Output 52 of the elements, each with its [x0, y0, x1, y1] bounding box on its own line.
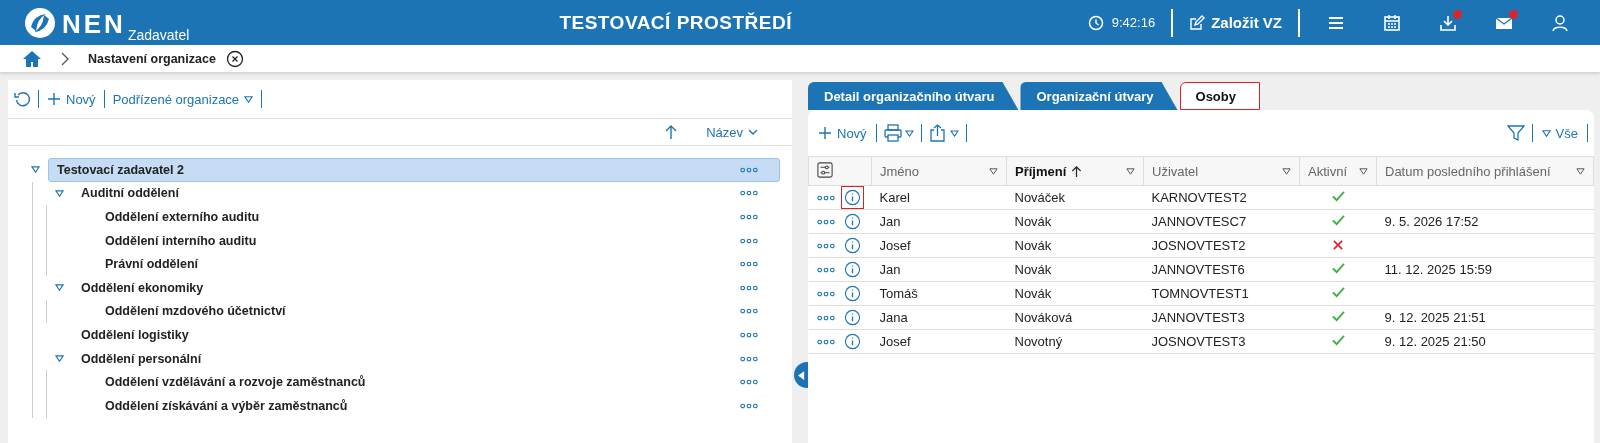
table-cell: JOSNOVTEST3 — [1151, 334, 1246, 349]
tree-item[interactable]: Oddělení ekonomiky — [72, 275, 780, 300]
tree-item[interactable]: Testovací zadavatel 2 — [48, 157, 780, 182]
tree-item[interactable]: Oddělení externího auditu — [96, 205, 780, 229]
table-cell: TOMNOVTEST1 — [1151, 286, 1249, 301]
table-cell: JANNOVTEST3 — [1151, 310, 1245, 325]
table-cell: 9. 5. 2026 17:52 — [1384, 214, 1479, 229]
tab[interactable]: Detail organizačního útvaru — [808, 82, 1019, 110]
table-cell: KARNOVTEST2 — [1151, 190, 1247, 205]
tree-item[interactable]: Oddělení interního auditu — [96, 228, 780, 253]
tab[interactable]: Osoby — [1179, 82, 1260, 110]
table-cell: Josef — [879, 334, 911, 349]
table-cell: Novák — [1014, 286, 1052, 301]
table-cell: Karel — [879, 190, 910, 205]
table-cell: Jan — [879, 262, 901, 277]
create-button[interactable]: Založit VZ — [1185, 14, 1286, 31]
table-cell: Novák — [1014, 262, 1052, 277]
tree-item[interactable]: Oddělení vzdělávání a rozvoje zaměstnanců — [96, 370, 780, 395]
table-cell: 9. 12. 2025 21:50 — [1384, 334, 1486, 349]
column-header[interactable]: Jméno — [880, 163, 920, 179]
environment-title: TESTOVACÍ PROSTŘEDÍ — [559, 11, 792, 34]
table-cell: Novák — [1014, 214, 1052, 229]
tree-item[interactable]: Oddělení logistiky — [72, 322, 780, 347]
table-cell: 11. 12. 2025 15:59 — [1384, 262, 1492, 277]
table-cell: Nováková — [1014, 310, 1073, 325]
table-cell: Jan — [879, 214, 901, 229]
filter-dropdown[interactable]: Vše — [1539, 125, 1580, 141]
clock-time: 9:42:16 — [1111, 15, 1156, 30]
table-cell: Josef — [879, 238, 911, 253]
breadcrumb-item[interactable]: Nastavení organizace — [88, 51, 216, 66]
tab[interactable]: Organizační útvary — [1020, 82, 1178, 110]
tree-item[interactable]: Oddělení získávání a výběr zaměstnanců — [96, 393, 780, 418]
tree-item[interactable]: Oddělení personální — [72, 346, 780, 371]
table-cell: JOSNOVTEST2 — [1151, 238, 1246, 253]
table-cell: Novák — [1014, 238, 1052, 253]
table-cell: JANNOVTESC7 — [1151, 214, 1247, 229]
subordinate-dropdown[interactable]: Podřízené organizace — [110, 91, 256, 107]
sort-dropdown[interactable]: Název — [700, 123, 764, 141]
table-cell: JANNOVTEST6 — [1151, 262, 1245, 277]
tree-item[interactable]: Oddělení mzdového účetnictví — [96, 299, 780, 324]
table-cell: Nováček — [1014, 190, 1066, 205]
logo-subtitle: Zadavatel — [127, 26, 190, 43]
new-button[interactable]: Nový — [45, 91, 98, 107]
new-button[interactable]: Nový — [816, 125, 869, 141]
tree-item[interactable]: Právní oddělení — [96, 252, 780, 277]
table-cell: 9. 12. 2025 21:51 — [1384, 310, 1486, 325]
logo-text: NEN — [62, 8, 126, 39]
column-header[interactable]: Uživatel — [1152, 163, 1199, 179]
table-cell: Tomáš — [879, 286, 918, 301]
table-cell: Novotný — [1014, 334, 1063, 349]
table-cell: Jana — [879, 310, 908, 325]
tree-item[interactable]: Auditní oddělení — [72, 181, 780, 206]
